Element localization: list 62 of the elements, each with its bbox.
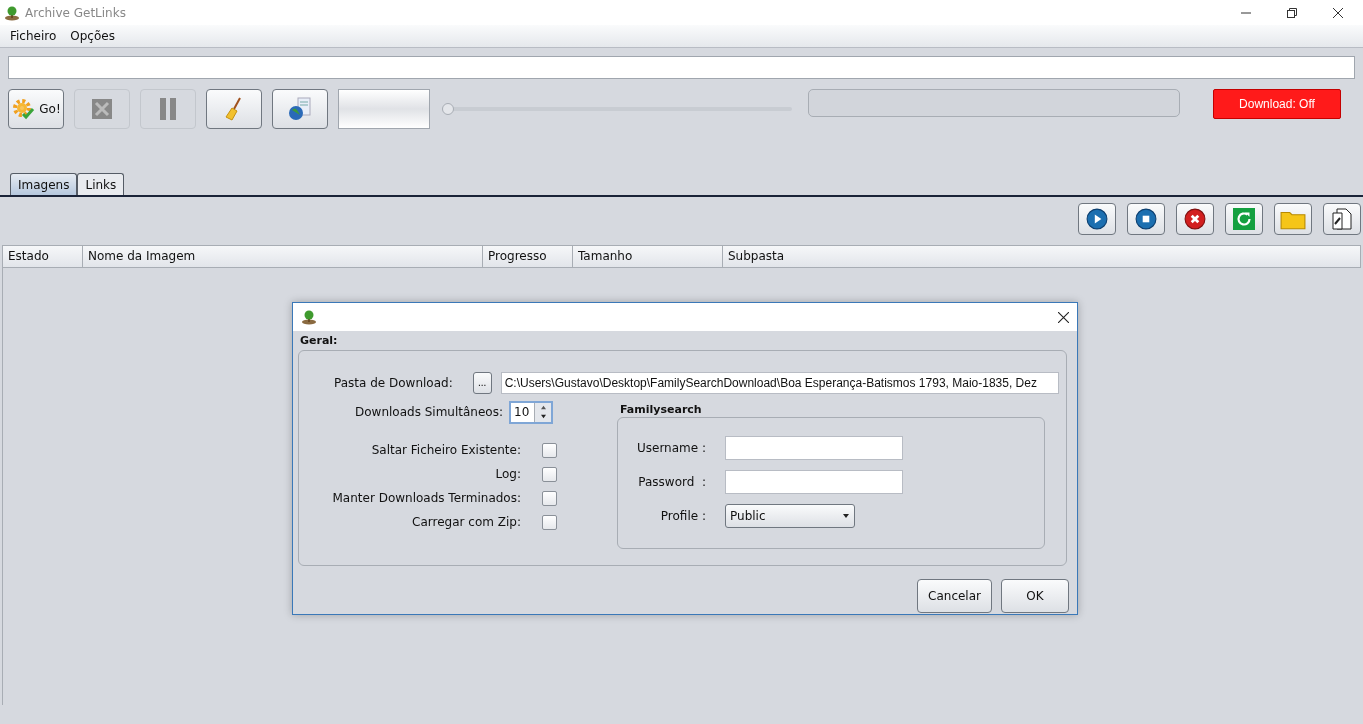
- field-label: Profile :: [659, 509, 706, 523]
- column-header[interactable]: Nome da Imagem: [83, 246, 483, 267]
- linked-document-icon: [1331, 208, 1353, 230]
- column-header[interactable]: Estado: [3, 246, 83, 267]
- field-label: Pasta de Download:: [334, 376, 453, 390]
- up-arrow-icon[interactable]: [539, 404, 547, 410]
- column-header[interactable]: Tamanho: [573, 246, 723, 267]
- field-label: Downloads Simultâneos:: [355, 405, 503, 419]
- clean-button[interactable]: [206, 89, 262, 129]
- option-label: Log:: [495, 467, 521, 481]
- tab[interactable]: Links: [77, 173, 125, 195]
- password-field[interactable]: [725, 470, 903, 494]
- stop-button[interactable]: [1127, 203, 1165, 235]
- slider-track[interactable]: [442, 102, 792, 116]
- field-label: Password :: [637, 475, 706, 489]
- download-toggle-button[interactable]: Download: Off: [1213, 89, 1341, 119]
- tab[interactable]: Imagens: [10, 173, 78, 195]
- folder-button[interactable]: [1274, 203, 1312, 235]
- close-icon[interactable]: [1058, 311, 1069, 323]
- checkbox[interactable]: [542, 442, 557, 458]
- group-title: Geral:: [299, 333, 339, 348]
- column-header[interactable]: Subpasta: [723, 246, 1361, 267]
- restore-icon[interactable]: [1287, 7, 1297, 18]
- stop-icon: [1135, 208, 1157, 230]
- dropdown-arrow-icon[interactable]: [842, 513, 850, 519]
- web-button[interactable]: [272, 89, 328, 129]
- link-file-button[interactable]: [1323, 203, 1361, 235]
- checkbox[interactable]: [542, 466, 557, 482]
- browse-button[interactable]: ...: [472, 372, 492, 394]
- path-field[interactable]: C:\Users\Gustavo\Desktop\FamilySearchDownload\Boa Esperança-Batismos 1793, Maio-1835, Dez: [500, 372, 1059, 394]
- remove-icon: [1184, 208, 1206, 230]
- close-icon[interactable]: [1333, 7, 1343, 18]
- number-spinner[interactable]: 10: [509, 400, 553, 424]
- gear-check-icon: [11, 97, 36, 121]
- go-button[interactable]: Go!: [8, 89, 64, 129]
- username-field[interactable]: [725, 436, 903, 460]
- checkbox[interactable]: [542, 490, 557, 506]
- remove-button[interactable]: [1176, 203, 1214, 235]
- url-field[interactable]: [8, 56, 1355, 79]
- option-label: Carregar com Zip:: [412, 515, 521, 529]
- cancel-button[interactable]: Cancelar: [917, 579, 992, 613]
- globe-document-icon: [288, 97, 312, 121]
- field-label: Username :: [635, 441, 706, 455]
- play-icon: [1086, 208, 1108, 230]
- tree-island-icon: [301, 309, 317, 325]
- refresh-button[interactable]: [1225, 203, 1263, 235]
- group-title: Familysearch: [619, 403, 703, 417]
- ok-button[interactable]: OK: [1001, 579, 1069, 613]
- tree-island-icon: [4, 4, 20, 21]
- refresh-icon: [1233, 208, 1255, 230]
- play-button[interactable]: [1078, 203, 1116, 235]
- option-label: Saltar Ficheiro Existente:: [371, 443, 521, 457]
- column-header[interactable]: Progresso: [483, 246, 573, 267]
- profile-dropdown[interactable]: Public: [725, 504, 855, 528]
- slider-thumb[interactable]: [442, 103, 454, 115]
- cross-icon: [90, 97, 114, 121]
- menu-item[interactable]: Ficheiro: [6, 29, 61, 43]
- menu-item[interactable]: Opções: [66, 29, 119, 43]
- window-title: Archive GetLinks: [25, 5, 126, 20]
- down-arrow-icon[interactable]: [539, 414, 547, 420]
- checkbox[interactable]: [542, 514, 557, 530]
- option-label: Manter Downloads Terminados:: [332, 491, 521, 505]
